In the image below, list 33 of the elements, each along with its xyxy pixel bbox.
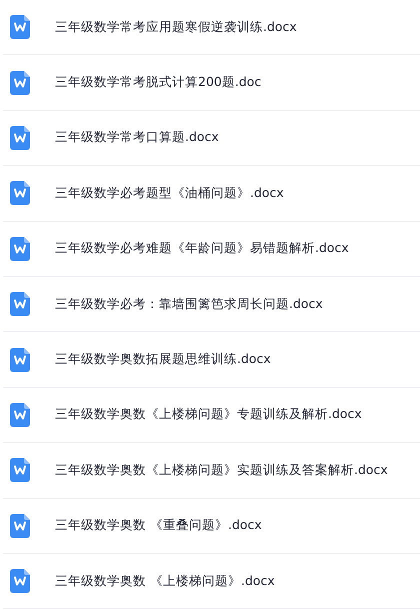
document-icon — [10, 70, 30, 95]
file-name: 三年级数学奥数《上楼梯问题》实题训练及答案解析.docx — [55, 462, 388, 479]
document-icon — [10, 569, 30, 594]
file-name: 三年级数学奥数 《重叠问题》.docx — [55, 517, 262, 534]
file-name: 三年级数学常考口算题.docx — [55, 129, 219, 146]
file-item[interactable]: 三年级数学奥数《上楼梯问题》专题训练及解析.docx — [3, 388, 420, 444]
document-icon — [10, 514, 30, 538]
file-name: 三年级数学必考：靠墙围篱笆求周长问题.docx — [55, 296, 323, 313]
file-name: 三年级数学奥数拓展题思维训练.docx — [55, 351, 271, 368]
file-item[interactable]: 三年级数学奥数拓展题思维训练.docx — [3, 332, 420, 388]
file-item[interactable]: 三年级数学必考：靠墙围篱笆求周长问题.docx — [3, 276, 420, 332]
document-icon — [10, 15, 30, 40]
document-icon — [10, 236, 30, 261]
file-item[interactable]: 三年级数学必考难题《年龄问题》易错题解析.docx — [3, 222, 420, 277]
file-item[interactable]: 三年级数学奥数 《上楼梯问题》.docx — [3, 554, 420, 610]
document-icon — [10, 126, 30, 150]
document-icon — [10, 292, 30, 316]
file-item[interactable]: 三年级数学常考应用题寒假逆袭训练.docx — [3, 0, 420, 56]
file-name: 三年级数学常考脱式计算200题.doc — [55, 74, 262, 92]
document-icon — [10, 402, 30, 427]
document-icon — [10, 181, 30, 206]
file-name: 三年级数学奥数《上楼梯问题》专题训练及解析.docx — [55, 406, 362, 424]
file-name: 三年级数学必考题型《油桶问题》.docx — [55, 184, 284, 202]
document-icon — [10, 458, 30, 482]
file-item[interactable]: 三年级数学奥数 《重叠问题》.docx — [3, 498, 420, 554]
file-name: 三年级数学常考应用题寒假逆袭训练.docx — [55, 18, 297, 36]
file-item[interactable]: 三年级数学必考题型《油桶问题》.docx — [3, 166, 420, 222]
file-item[interactable]: 三年级数学常考脱式计算200题.doc — [3, 55, 420, 111]
file-name: 三年级数学奥数 《上楼梯问题》.docx — [55, 572, 275, 590]
file-item[interactable]: 三年级数学常考口算题.docx — [3, 110, 420, 166]
file-item[interactable]: 三年级数学奥数《上楼梯问题》实题训练及答案解析.docx — [3, 443, 420, 499]
document-icon — [10, 348, 30, 372]
file-name: 三年级数学必考难题《年龄问题》易错题解析.docx — [55, 240, 349, 258]
